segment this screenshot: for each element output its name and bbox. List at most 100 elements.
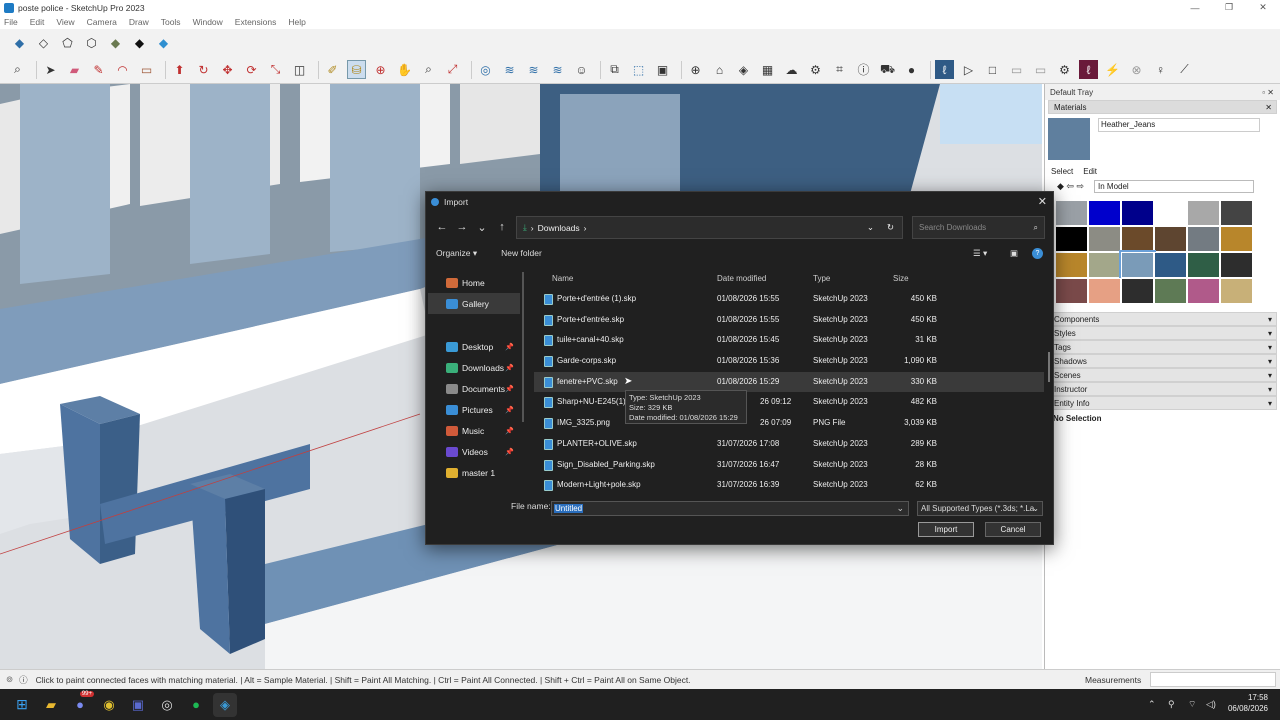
zoom-extents-icon[interactable]: ⤢ [443, 60, 462, 79]
material-swatch[interactable] [1088, 278, 1121, 304]
offset-icon[interactable]: ◫ [290, 60, 309, 79]
left-view-icon[interactable]: ◆ [130, 33, 149, 52]
collection-select[interactable]: In Model [1094, 179, 1255, 193]
extension-warehouse-icon[interactable]: ◈ [734, 60, 753, 79]
profile-icon[interactable]: ● [902, 60, 921, 79]
nav-item-master-1[interactable]: master 1 [428, 462, 520, 483]
clock[interactable]: 17:58 06/08/2026 [1224, 692, 1268, 714]
volume-icon[interactable]: ◁) [1206, 699, 1216, 710]
file-row[interactable]: Sign_Disabled_Parking.skp 31/07/2026 16:4… [534, 455, 1044, 476]
minimize-button[interactable]: — [1178, 0, 1212, 15]
material-swatch[interactable] [1121, 226, 1154, 252]
geo-location-icon[interactable]: ⊚ [6, 674, 13, 685]
file-row[interactable]: Porte+d'entrée (1).skp 01/08/2026 15:55 Sk… [534, 289, 1044, 310]
scenes-section[interactable]: Scenes ▾ [1048, 368, 1277, 382]
material-swatch[interactable] [1119, 250, 1156, 280]
user-account-icon[interactable]: ☺ [572, 60, 591, 79]
file-row[interactable]: tuile+canal+40.skp 01/08/2026 15:45 Sketch… [534, 330, 1044, 351]
home-icon[interactable]: ◆ ⇦ ⇨ [1057, 181, 1084, 192]
section-display-icon[interactable]: ≋ [548, 60, 567, 79]
rotate-icon[interactable]: ⟳ [242, 60, 261, 79]
tab-select[interactable]: Select [1051, 167, 1073, 176]
material-swatch[interactable] [1220, 200, 1253, 226]
arc-icon[interactable]: ◠ [113, 60, 132, 79]
settings-icon[interactable]: ⚙ [1055, 60, 1074, 79]
back-arrow-icon[interactable]: ← [432, 217, 452, 237]
network-icon[interactable]: ⌔ [1188, 699, 1196, 710]
material-swatch[interactable] [1154, 278, 1187, 304]
material-swatch[interactable] [1220, 278, 1253, 304]
menu-window[interactable]: Window [193, 17, 223, 27]
expand-icon[interactable]: ▾ [1268, 385, 1272, 394]
eraser-icon[interactable]: ▰ [65, 60, 84, 79]
paint-bucket-icon[interactable]: ⛁ [347, 60, 366, 79]
address-bar[interactable]: ⤓ › Downloads › ⌄ ↻ [516, 216, 903, 239]
view-options-icon[interactable]: ☰ ▾ [973, 248, 987, 259]
nav-item-desktop[interactable]: Desktop 📌 [428, 336, 520, 357]
import-button[interactable]: Import [918, 522, 974, 537]
cancel-button[interactable]: Cancel [985, 522, 1041, 537]
address-dropdown-icon[interactable]: ⌄ [867, 222, 874, 233]
shadows-section[interactable]: Shadows ▾ [1048, 354, 1277, 368]
tray-chevron-icon[interactable]: ⌃ [1148, 699, 1156, 710]
breadcrumb-downloads[interactable]: Downloads [538, 223, 580, 233]
material-swatch[interactable] [1055, 200, 1088, 226]
section-plane-icon[interactable]: ◎ [476, 60, 495, 79]
material-swatch[interactable] [1220, 226, 1253, 252]
expand-icon[interactable]: ▾ [1268, 357, 1272, 366]
components-icon[interactable]: ⧉ [605, 60, 624, 79]
tab-edit[interactable]: Edit [1083, 167, 1097, 176]
menu-edit[interactable]: Edit [30, 17, 45, 27]
paste-icon[interactable]: ▣ [653, 60, 672, 79]
layout-icon[interactable]: ⌗ [830, 60, 849, 79]
menu-file[interactable]: File [4, 17, 18, 27]
file-explorer-icon[interactable]: ▰ [39, 693, 63, 717]
material-swatch[interactable] [1187, 200, 1220, 226]
expand-icon[interactable]: ▾ [1268, 399, 1272, 408]
move-icon[interactable]: ✥ [218, 60, 237, 79]
spotify-icon[interactable]: ● [184, 693, 208, 717]
tags-section[interactable]: Tags ▾ [1048, 340, 1277, 354]
close-circle-icon[interactable]: ⊗ [1127, 60, 1146, 79]
file-row[interactable]: PLANTER+OLIVE.skp 31/07/2026 17:08 SketchU… [534, 434, 1044, 455]
dialog-close-icon[interactable]: ✕ [1038, 195, 1047, 208]
filetype-select[interactable]: All Supported Types (*.3ds; *.La ⌄ [917, 501, 1043, 516]
rectangle-icon[interactable]: ▭ [137, 60, 156, 79]
material-swatch[interactable] [1154, 226, 1187, 252]
material-swatch[interactable] [1055, 278, 1088, 304]
front-view-icon[interactable]: ⬠ [58, 33, 77, 52]
nav-item-downloads[interactable]: Downloads 📌 [428, 357, 520, 378]
windows-start-icon[interactable]: ⊞ [10, 693, 34, 717]
top-view-icon[interactable]: ◇ [34, 33, 53, 52]
whatsapp-icon[interactable]: ◎ [155, 693, 179, 717]
menu-draw[interactable]: Draw [129, 17, 149, 27]
brush-icon[interactable]: ⟋ [1175, 60, 1194, 79]
menu-camera[interactable]: Camera [87, 17, 117, 27]
column-date[interactable]: Date modified [717, 274, 766, 283]
file-list-scrollbar[interactable] [1048, 352, 1050, 382]
extension-manager-icon[interactable]: ⚙ [806, 60, 825, 79]
expand-icon[interactable]: ▾ [1268, 371, 1272, 380]
play-icon[interactable]: ▷ [959, 60, 978, 79]
column-name[interactable]: Name [552, 274, 573, 283]
help-icon[interactable]: ? [1032, 247, 1043, 259]
info-icon[interactable]: ⓘ [854, 60, 873, 79]
section-fill-icon[interactable]: ≋ [524, 60, 543, 79]
right-view-icon[interactable]: ⬡ [82, 33, 101, 52]
column-type[interactable]: Type [813, 274, 830, 283]
refresh-icon[interactable]: ↻ [887, 222, 894, 233]
enscape-icon[interactable]: ℓ [1079, 60, 1098, 79]
nav-item-home[interactable]: Home [428, 272, 520, 293]
section-cut-icon[interactable]: ≋ [500, 60, 519, 79]
chevron-down-icon[interactable]: ⌄ [896, 503, 904, 514]
maximize-button[interactable]: ❐ [1212, 0, 1246, 15]
organize-button[interactable]: Organize ▾ [436, 248, 477, 259]
file-row[interactable]: Sharp+NU-E245(1). SketchUp 2023 482 KB 26 0… [534, 392, 1044, 413]
search-input[interactable]: Search Downloads ⌕ [912, 216, 1045, 239]
trimble-connect-icon[interactable]: ℓ [935, 60, 954, 79]
menu-help[interactable]: Help [288, 17, 305, 27]
expand-icon[interactable]: ▾ [1268, 329, 1272, 338]
select-arrow-icon[interactable]: ➤ [41, 60, 60, 79]
nav-item-videos[interactable]: Videos 📌 [428, 441, 520, 462]
preview-pane-icon[interactable]: ▣ [1010, 248, 1018, 259]
